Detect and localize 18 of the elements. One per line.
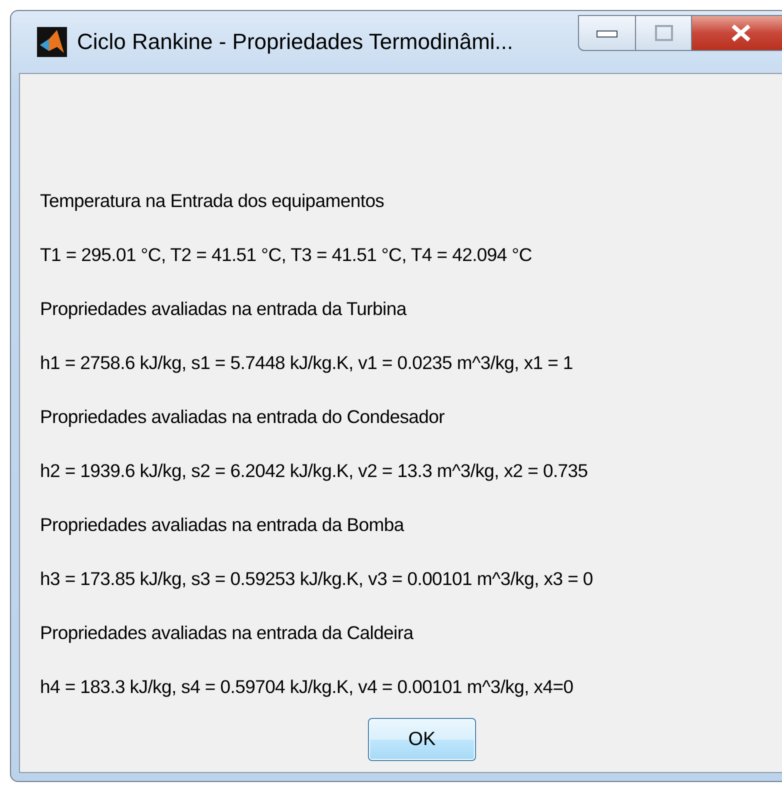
info-text: h3 = 173.85 kJ/kg, s3 = 0.59253 kJ/kg.K, v3 = 0.00101 m^3/kg, x3 = 0 — [40, 567, 594, 591]
info-text: Propriedades avaliadas na entrada do Condesador — [40, 405, 446, 429]
minimize-icon — [596, 28, 618, 38]
info-text: T1 = 295.01 °C, T2 = 41.51 °C, T3 = 41.51 °C, T4 = 42.094 °C — [40, 243, 533, 267]
info-text: Propriedades avaliadas na entrada da Turbina — [40, 297, 408, 321]
app-logo-icon — [37, 27, 67, 57]
ok-button[interactable]: OK — [368, 718, 476, 761]
info-text: h4 = 183.3 kJ/kg, s4 = 0.59704 kJ/kg.K, v4 = 0.00101 m^3/kg, x4=0 — [40, 675, 574, 699]
maximize-icon — [654, 24, 674, 42]
info-text: h1 = 2758.6 kJ/kg, s1 = 5.7448 kJ/kg.K, v1 = 0.0235 m^3/kg, x1 = 1 — [40, 351, 574, 375]
window-title: Ciclo Rankine - Propriedades Termodinâmi... — [77, 29, 514, 55]
info-text: h2 = 1939.6 kJ/kg, s2 = 6.2042 kJ/kg.K, v2 = 13.3 m^3/kg, x2 = 0.735 — [40, 459, 589, 483]
maximize-button[interactable] — [636, 15, 692, 51]
close-button[interactable] — [692, 15, 782, 51]
minimize-button[interactable] — [578, 15, 636, 51]
info-text: Temperatura na Entrada dos equipamentos — [40, 189, 386, 213]
info-text: Propriedades avaliadas na entrada da Caldeira — [40, 621, 414, 645]
info-text: Propriedades avaliadas na entrada da Bomba — [40, 513, 406, 537]
